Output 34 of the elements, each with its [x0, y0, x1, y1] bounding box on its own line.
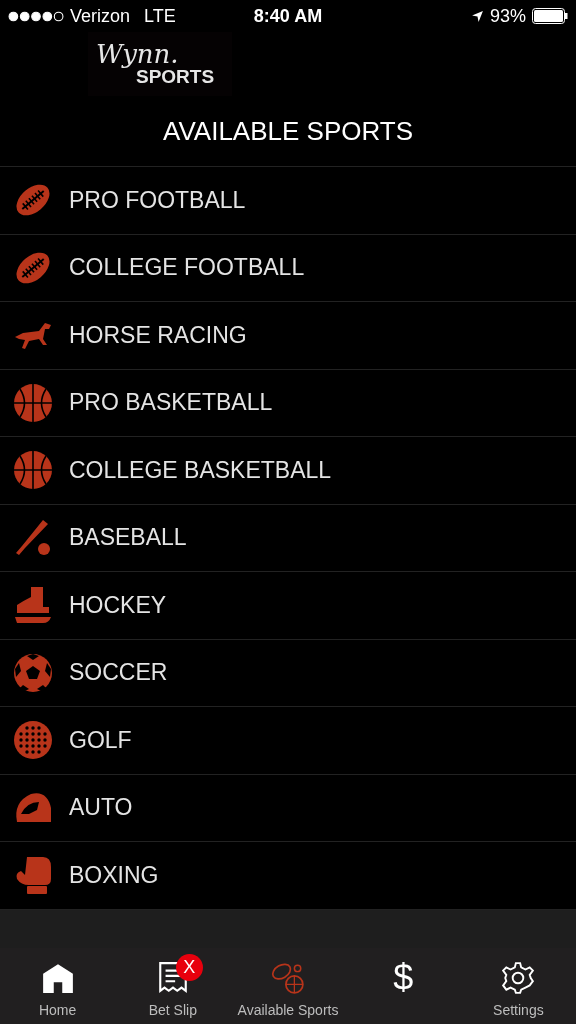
settings-icon — [501, 961, 536, 995]
sport-list-item[interactable]: GOLF — [0, 707, 576, 775]
tab[interactable]: Home — [0, 948, 116, 1024]
sport-list-item[interactable]: PRO FOOTBALL — [0, 167, 576, 235]
signal-icon — [8, 10, 64, 22]
network-type: LTE — [144, 5, 176, 27]
tab[interactable]: Available Sports — [230, 948, 346, 1024]
location-arrow-icon — [470, 9, 484, 23]
page-title: AVAILABLE SPORTS — [162, 114, 414, 148]
basketball-icon — [13, 382, 53, 423]
status-time: 8:40 AM — [253, 5, 323, 27]
basketball-icon — [13, 450, 53, 491]
carrier-name: Verizon — [70, 5, 131, 27]
tab[interactable]: $ — [345, 948, 461, 1024]
sport-list-item[interactable]: COLLEGE BASKETBALL — [0, 437, 576, 505]
golf-ball-icon — [13, 720, 53, 761]
sports-balls-icon — [271, 961, 305, 995]
sport-list-item[interactable]: SOCCER — [0, 639, 576, 707]
soccer-ball-icon — [13, 652, 53, 693]
battery-percent: 93% — [489, 5, 526, 27]
battery-icon — [532, 8, 568, 24]
notification-badge: X — [175, 954, 203, 981]
sport-list-item[interactable]: HORSE RACING — [0, 302, 576, 370]
logo: Wynn. SPORTS — [88, 32, 232, 96]
sport-list-item[interactable]: BASEBALL — [0, 504, 576, 572]
sport-list-item[interactable]: AUTO — [0, 774, 576, 842]
tab[interactable]: X Bet Slip — [115, 948, 231, 1024]
sport-list-item[interactable]: PRO BASKETBALL — [0, 369, 576, 437]
ice-skate-icon — [13, 585, 53, 626]
sport-list-item[interactable]: COLLEGE FOOTBALL — [0, 234, 576, 302]
tab[interactable]: Settings — [460, 948, 576, 1024]
sport-list-item[interactable]: HOCKEY — [0, 572, 576, 640]
baseball-bat-icon — [13, 517, 53, 558]
sport-list-item[interactable]: BOXING — [0, 842, 576, 910]
